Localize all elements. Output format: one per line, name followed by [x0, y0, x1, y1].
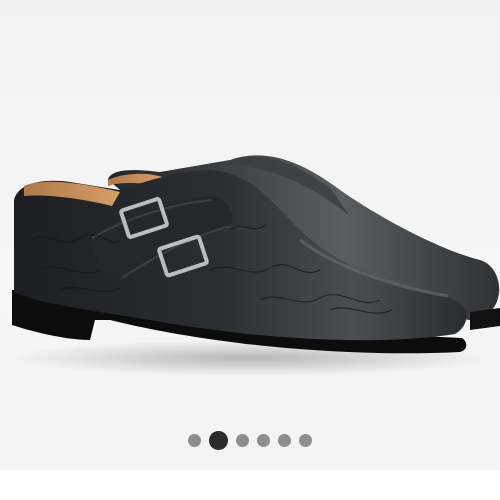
product-image-stage — [0, 0, 500, 470]
carousel-dot-5[interactable] — [278, 433, 291, 447]
footer-band — [0, 470, 500, 500]
carousel-dot-2[interactable] — [209, 430, 228, 450]
carousel-dot-1[interactable] — [188, 433, 201, 447]
carousel-dot-3[interactable] — [236, 433, 249, 447]
shoe-product-image[interactable] — [0, 120, 500, 380]
carousel-pagination — [0, 428, 500, 452]
carousel-dot-4[interactable] — [257, 433, 270, 447]
carousel-dot-6[interactable] — [299, 433, 312, 447]
